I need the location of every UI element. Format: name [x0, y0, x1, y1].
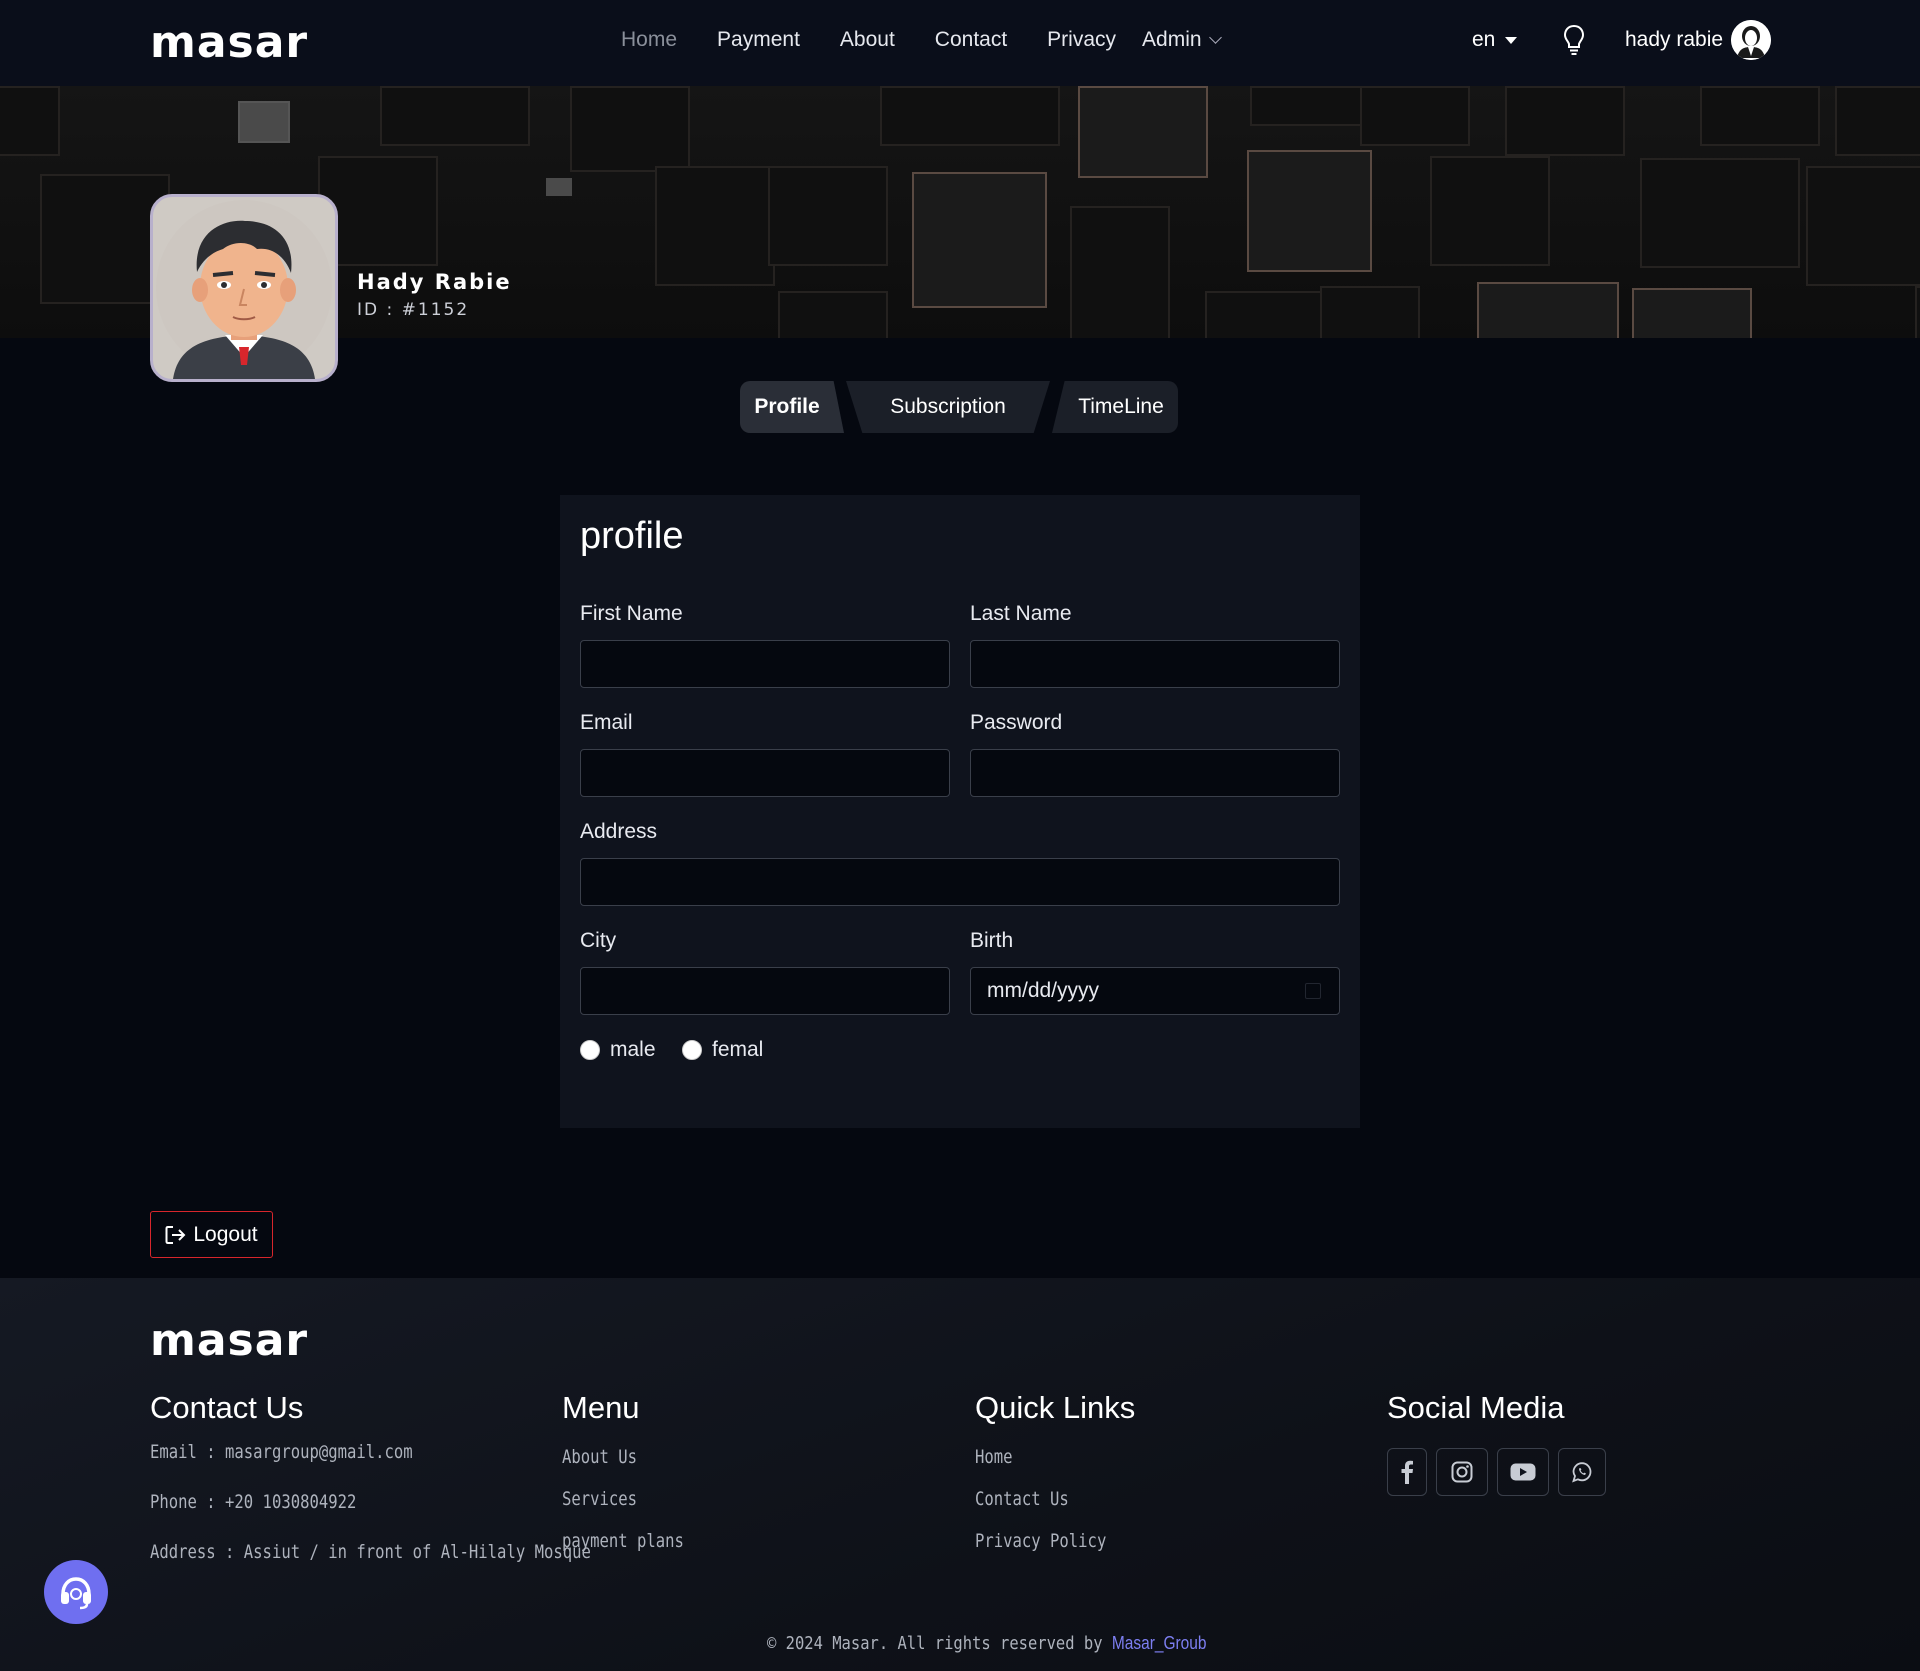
password-input[interactable] [970, 749, 1340, 797]
quick-links-heading: Quick Links [975, 1390, 1136, 1425]
site-logo[interactable]: masar [150, 20, 308, 66]
tab-profile[interactable]: Profile [740, 381, 844, 433]
birth-date-input[interactable]: mm/dd/yyyy [970, 967, 1340, 1015]
headset-icon [61, 1577, 91, 1610]
language-selector[interactable]: en [1472, 26, 1518, 54]
last-name-input[interactable] [970, 640, 1340, 688]
whatsapp-button[interactable] [1558, 1448, 1606, 1496]
email-input[interactable] [580, 749, 950, 797]
nav-about-link[interactable]: About [840, 26, 895, 54]
quick-home-link[interactable]: Home [975, 1446, 1013, 1468]
social-links [1387, 1448, 1606, 1496]
menu-services-link[interactable]: Services [562, 1488, 637, 1510]
user-avatar[interactable] [1731, 20, 1771, 60]
birth-label: Birth [970, 929, 1014, 952]
profile-id: ID : #1152 [357, 300, 470, 320]
social-heading: Social Media [1387, 1390, 1565, 1425]
nav-admin-label: Admin [1142, 28, 1202, 51]
youtube-icon [1510, 1463, 1536, 1481]
nav-admin-dropdown[interactable]: Admin [1142, 26, 1222, 54]
logout-icon [165, 1225, 186, 1244]
copyright: © 2024 Masar. All rights reserved by Mas… [767, 1633, 1207, 1654]
last-name-label: Last Name [970, 602, 1072, 625]
copyright-text: © 2024 Masar. All rights reserved by [767, 1633, 1103, 1654]
profile-form-card: profile First Name Last Name Email Passw… [560, 495, 1360, 1128]
calendar-icon[interactable] [1305, 983, 1321, 999]
address-label: Address [580, 820, 658, 843]
user-name[interactable]: hady rabie [1625, 26, 1723, 54]
menu-heading: Menu [562, 1390, 640, 1425]
nav-privacy-link[interactable]: Privacy [1047, 26, 1116, 54]
radio-circle [580, 1040, 600, 1060]
contact-email: Email : masargroup@gmail.com [150, 1441, 413, 1463]
nav-contact-link[interactable]: Contact [935, 26, 1007, 54]
facebook-button[interactable] [1387, 1448, 1427, 1496]
logout-button[interactable]: Logout [150, 1211, 273, 1258]
chevron-down-icon [1208, 31, 1222, 44]
youtube-button[interactable] [1497, 1448, 1549, 1496]
city-label: City [580, 929, 617, 952]
instagram-icon [1451, 1461, 1473, 1483]
instagram-button[interactable] [1436, 1448, 1488, 1496]
menu-payment-plans-link[interactable]: payment plans [562, 1530, 684, 1552]
tab-timeline[interactable]: TimeLine [1052, 381, 1178, 433]
lightbulb-icon[interactable] [1563, 24, 1585, 56]
contact-phone: Phone : +20 1030804922 [150, 1491, 357, 1513]
avatar-icon [1731, 20, 1771, 60]
menu-about-link[interactable]: About Us [562, 1446, 637, 1468]
contact-address: Address : Assiut / in front of Al-Hilaly… [150, 1541, 591, 1563]
tab-subscription[interactable]: Subscription [846, 381, 1050, 433]
site-footer: masar Contact Us Email : masargroup@gmai… [0, 1278, 1920, 1671]
form-title: profile [580, 515, 684, 557]
caret-down-icon [1505, 36, 1518, 44]
contact-heading: Contact Us [150, 1390, 304, 1425]
password-label: Password [970, 711, 1063, 734]
gender-female-radio[interactable]: femal [682, 1038, 763, 1062]
nav-home-link[interactable]: Home [621, 26, 677, 54]
gender-male-radio[interactable]: male [580, 1038, 656, 1062]
radio-circle [682, 1040, 702, 1060]
footer-logo[interactable]: masar [150, 1318, 308, 1364]
language-label: en [1472, 28, 1496, 51]
profile-picture[interactable] [150, 194, 338, 382]
copyright-brand-link[interactable]: Masar_Groub [1112, 1633, 1207, 1653]
email-label: Email [580, 711, 633, 734]
nav-payment-link[interactable]: Payment [717, 26, 800, 54]
address-input[interactable] [580, 858, 1340, 906]
city-input[interactable] [580, 967, 950, 1015]
quick-contact-link[interactable]: Contact Us [975, 1488, 1069, 1510]
quick-privacy-link[interactable]: Privacy Policy [975, 1530, 1106, 1552]
top-navbar: masar Home Payment About Contact Privacy… [0, 0, 1920, 86]
first-name-label: First Name [580, 602, 683, 625]
gender-male-label: male [610, 1038, 656, 1061]
first-name-input[interactable] [580, 640, 950, 688]
facebook-icon [1401, 1460, 1413, 1484]
profile-name: Hady Rabie [357, 270, 512, 294]
whatsapp-icon [1572, 1462, 1592, 1483]
gender-female-label: femal [712, 1038, 764, 1061]
nav-links: Home Payment About Contact Privacy Admin [621, 26, 1222, 54]
birth-placeholder: mm/dd/yyyy [987, 979, 1100, 1002]
profile-avatar-illustration [156, 200, 332, 379]
logout-label: Logout [193, 1222, 258, 1246]
support-chat-button[interactable] [44, 1560, 108, 1624]
